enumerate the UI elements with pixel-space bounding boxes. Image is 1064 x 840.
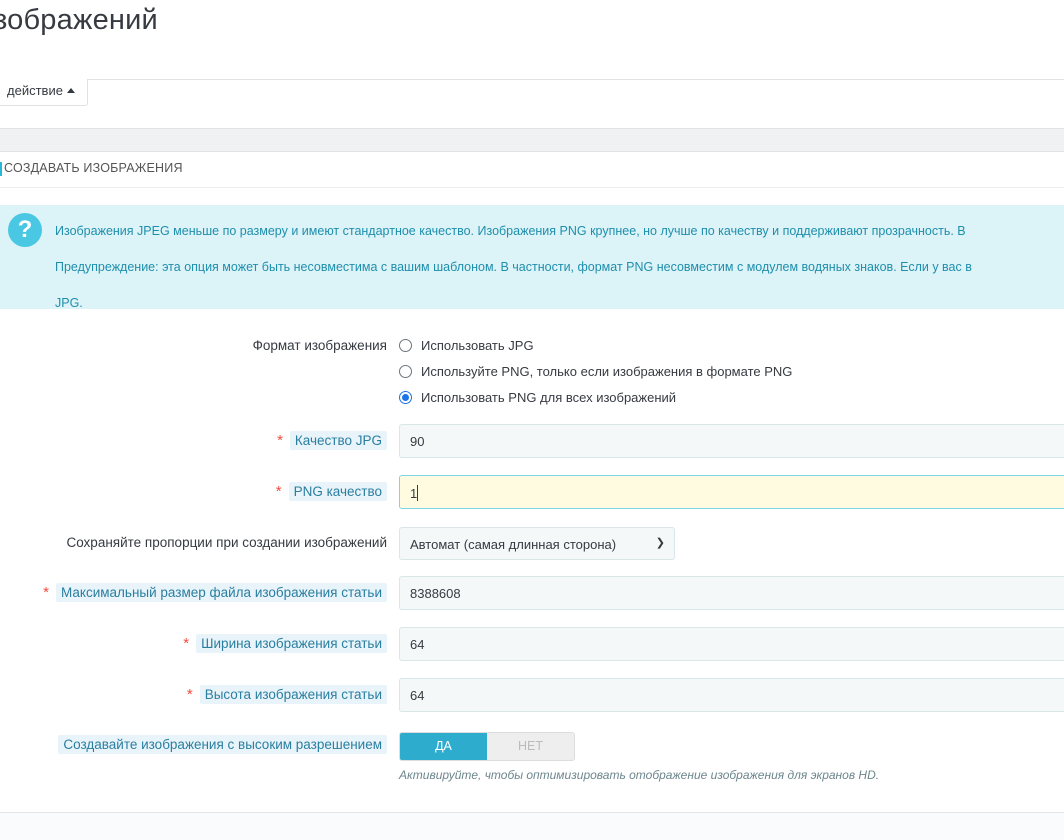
- panel-heading: Создавать изображения: [0, 152, 1064, 188]
- toggle-no[interactable]: НЕТ: [487, 733, 574, 760]
- question-circle-icon: ?: [8, 213, 42, 247]
- toolbar: [0, 79, 1064, 129]
- width-input[interactable]: 64: [399, 627, 1064, 661]
- hires-toggle[interactable]: ДА НЕТ: [399, 732, 575, 761]
- png-quality-value: 1: [410, 486, 418, 501]
- action-dropdown-button[interactable]: действие: [0, 79, 88, 106]
- jpg-quality-input[interactable]: 90: [399, 424, 1064, 458]
- proportions-label: Сохраняйте пропорции при создании изобра…: [66, 535, 387, 550]
- alert-warning: Предупреждение: эта опция может быть нес…: [55, 260, 972, 274]
- max-size-label: * Максимальный размер файла изображения с…: [43, 583, 387, 602]
- caret-up-icon: [66, 88, 75, 93]
- alert-warning-cont: JPG.: [55, 296, 83, 309]
- radio-png-if-png[interactable]: Используйте PNG, только если изображения…: [399, 364, 792, 379]
- jpg-quality-label: * Качество JPG: [277, 431, 387, 450]
- max-size-input[interactable]: 8388608: [399, 576, 1064, 610]
- png-quality-label: * PNG качество: [276, 482, 387, 501]
- radio-png-all[interactable]: Использовать PNG для всех изображений: [399, 390, 676, 405]
- info-alert: Изображения JPEG меньше по размеру и име…: [0, 205, 1064, 309]
- chevron-down-icon: ❯: [655, 537, 665, 549]
- toggle-yes[interactable]: ДА: [400, 733, 487, 760]
- proportions-select[interactable]: Автомат (самая длинная сторона) ❯: [399, 527, 675, 560]
- radio-label: Используйте PNG, только если изображения…: [421, 364, 793, 379]
- select-value: Автомат (самая длинная сторона): [410, 537, 617, 552]
- hires-label: Создавайте изображения с высоким разреше…: [58, 735, 387, 754]
- action-label: действие: [7, 83, 63, 98]
- format-label: Формат изображения: [252, 338, 387, 353]
- section-band: [0, 128, 1064, 152]
- width-label: * Ширина изображения статьи: [183, 634, 387, 653]
- height-label: * Высота изображения статьи: [187, 685, 387, 704]
- height-input[interactable]: 64: [399, 678, 1064, 712]
- radio-label: Использовать JPG: [421, 338, 534, 353]
- panel-footer: [0, 812, 1064, 840]
- hires-hint: Активируйте, чтобы оптимизировать отобра…: [399, 768, 880, 782]
- radio-use-jpg[interactable]: Использовать JPG: [399, 338, 534, 353]
- png-quality-input[interactable]: 1: [399, 475, 1064, 509]
- radio-label: Использовать PNG для всех изображений: [421, 390, 677, 405]
- page-title: зображений: [0, 4, 158, 36]
- alert-text: Изображения JPEG меньше по размеру и име…: [55, 224, 966, 238]
